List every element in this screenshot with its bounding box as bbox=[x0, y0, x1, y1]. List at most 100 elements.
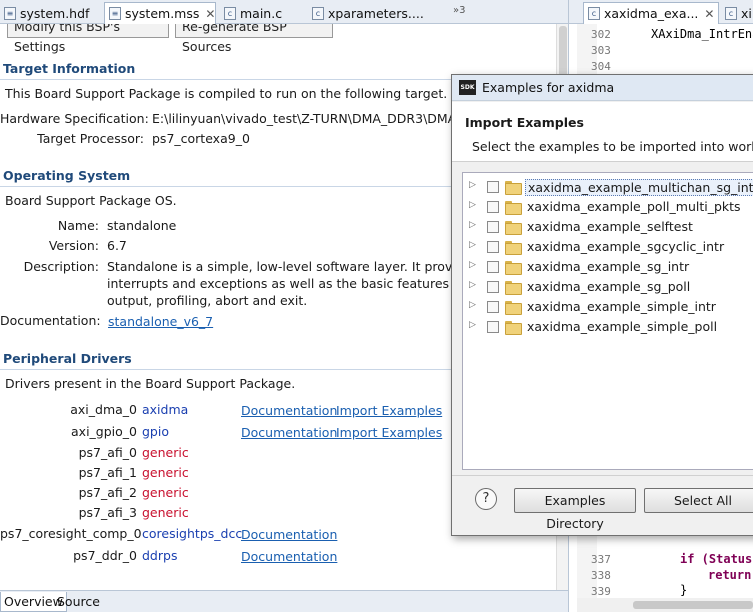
expand-arrow-icon[interactable]: ▷ bbox=[469, 320, 476, 330]
example-checkbox[interactable] bbox=[487, 321, 499, 333]
modify-bsp-settings-button[interactable]: Modify this BSP's Settings bbox=[7, 24, 169, 54]
example-checkbox[interactable] bbox=[487, 241, 499, 253]
gpio-documentation-link[interactable]: Documentation bbox=[241, 425, 337, 440]
expand-arrow-icon[interactable]: ▷ bbox=[469, 260, 476, 270]
tab-source[interactable]: Source bbox=[54, 592, 103, 612]
example-tree-item[interactable]: ▷ xaxidma_example_multichan_sg_intr bbox=[463, 177, 753, 197]
c-file-icon: c bbox=[224, 6, 236, 20]
folder-icon bbox=[505, 181, 522, 195]
example-checkbox[interactable] bbox=[487, 201, 499, 213]
regenerate-bsp-sources-button[interactable]: Re-generate BSP Sources bbox=[175, 24, 333, 54]
target-processor-label: Target Processor: bbox=[37, 131, 144, 146]
select-all-button[interactable]: Select All bbox=[644, 488, 753, 513]
example-tree-item[interactable]: ▷ xaxidma_example_simple_poll bbox=[463, 317, 753, 337]
example-label: xaxidma_example_poll_multi_pkts bbox=[527, 199, 741, 214]
driver-name: gpio bbox=[142, 424, 169, 439]
horizontal-scrollbar[interactable] bbox=[577, 598, 753, 612]
tab-xparameters[interactable]: c xparameters.... bbox=[308, 2, 448, 24]
example-tree-item[interactable]: ▷ xaxidma_example_simple_intr bbox=[463, 297, 753, 317]
examples-tree: ▷ xaxidma_example_multichan_sg_intr ▷ xa… bbox=[462, 172, 753, 470]
example-label: xaxidma_example_sg_intr bbox=[527, 259, 690, 274]
expand-arrow-icon[interactable]: ▷ bbox=[469, 180, 476, 190]
os-description-line: output, profiling, abort and exit. bbox=[107, 293, 308, 308]
code-line: XAxiDma_IntrEna bbox=[651, 27, 753, 41]
tab-label: xparameters.... bbox=[328, 5, 424, 21]
line-number: 338 bbox=[591, 569, 611, 582]
import-examples-heading: Import Examples bbox=[465, 115, 584, 130]
folder-icon bbox=[505, 221, 522, 235]
sdk-logo-icon: SDK bbox=[459, 80, 476, 95]
example-tree-item[interactable]: ▷ xaxidma_example_sg_poll bbox=[463, 277, 753, 297]
target-information-title: Target Information bbox=[3, 61, 136, 76]
example-label: xaxidma_example_simple_poll bbox=[527, 319, 718, 334]
driver-instance-name: axi_dma_0 bbox=[70, 402, 137, 417]
scrollbar-thumb[interactable] bbox=[633, 601, 753, 609]
help-icon[interactable]: ? bbox=[475, 488, 497, 510]
operating-system-title: Operating System bbox=[3, 168, 131, 183]
driver-instance-name: axi_gpio_0 bbox=[71, 424, 137, 439]
folder-icon bbox=[505, 201, 522, 215]
example-checkbox[interactable] bbox=[487, 221, 499, 233]
example-tree-item[interactable]: ▷ xaxidma_example_selftest bbox=[463, 217, 753, 237]
close-icon[interactable]: ✕ bbox=[205, 7, 215, 21]
dialog-footer-divider bbox=[452, 475, 753, 476]
tab-overflow-chevron[interactable]: »3 bbox=[453, 5, 465, 16]
os-description-label: Description: bbox=[23, 259, 99, 274]
driver-instance-name: ps7_afi_2 bbox=[78, 485, 137, 500]
gpio-import-examples-link[interactable]: Import Examples bbox=[336, 425, 442, 440]
example-label: xaxidma_example_multichan_sg_intr bbox=[525, 179, 753, 196]
file-icon: ≡ bbox=[109, 7, 121, 20]
driver-instance-name: ps7_ddr_0 bbox=[73, 548, 137, 563]
expand-arrow-icon[interactable]: ▷ bbox=[469, 280, 476, 290]
example-tree-item[interactable]: ▷ xaxidma_example_sgcyclic_intr bbox=[463, 237, 753, 257]
example-tree-item[interactable]: ▷ xaxidma_example_sg_intr bbox=[463, 257, 753, 277]
tab-xi[interactable]: c xi bbox=[721, 2, 753, 24]
code-line: } bbox=[680, 583, 688, 597]
tab-label: system.hdf bbox=[20, 5, 90, 21]
close-icon[interactable]: ✕ bbox=[704, 7, 714, 21]
example-tree-item[interactable]: ▷ xaxidma_example_poll_multi_pkts bbox=[463, 197, 753, 217]
folder-icon bbox=[505, 321, 522, 335]
example-checkbox[interactable] bbox=[487, 181, 499, 193]
line-number: 337 bbox=[591, 553, 611, 566]
c-file-icon: c bbox=[725, 6, 737, 20]
example-checkbox[interactable] bbox=[487, 261, 499, 273]
expand-arrow-icon[interactable]: ▷ bbox=[469, 300, 476, 310]
tab-label: system.mss bbox=[125, 6, 200, 21]
target-processor-value: ps7_cortexa9_0 bbox=[152, 131, 250, 146]
expand-arrow-icon[interactable]: ▷ bbox=[469, 200, 476, 210]
expand-arrow-icon[interactable]: ▷ bbox=[469, 220, 476, 230]
driver-name: generic bbox=[142, 505, 189, 520]
c-file-icon: c bbox=[312, 6, 324, 20]
code-line: if (Status bbox=[680, 552, 753, 566]
driver-instance-name: ps7_afi_0 bbox=[78, 445, 137, 460]
standalone-documentation-link[interactable]: standalone_v6_7 bbox=[108, 314, 213, 329]
tab-xaxidma-example[interactable]: c xaxidma_exa... ✕ bbox=[583, 2, 719, 24]
example-checkbox[interactable] bbox=[487, 281, 499, 293]
expand-arrow-icon[interactable]: ▷ bbox=[469, 240, 476, 250]
os-version-label: Version: bbox=[48, 238, 99, 253]
example-label: xaxidma_example_simple_intr bbox=[527, 299, 716, 314]
tab-system-mss[interactable]: ≡ system.mss ✕ bbox=[104, 2, 216, 24]
example-label: xaxidma_example_sg_poll bbox=[527, 279, 691, 294]
tab-system-hdf[interactable]: ≡ system.hdf bbox=[0, 2, 104, 24]
dialog-title-bar[interactable]: SDK Examples for axidma bbox=[452, 75, 753, 101]
coresight-documentation-link[interactable]: Documentation bbox=[241, 527, 337, 542]
tab-main-c[interactable]: c main.c bbox=[220, 2, 308, 24]
axidma-documentation-link[interactable]: Documentation bbox=[241, 403, 337, 418]
example-label: xaxidma_example_sgcyclic_intr bbox=[527, 239, 725, 254]
os-version-value: 6.7 bbox=[107, 238, 127, 253]
examples-dialog: SDK Examples for axidma Import Examples … bbox=[451, 74, 753, 536]
c-file-icon: c bbox=[588, 7, 600, 20]
peripheral-drivers-title: Peripheral Drivers bbox=[3, 351, 132, 366]
tab-label: xaxidma_exa... bbox=[604, 6, 699, 21]
folder-icon bbox=[505, 261, 522, 275]
examples-directory-button[interactable]: Examples Directory bbox=[514, 488, 636, 531]
example-checkbox[interactable] bbox=[487, 301, 499, 313]
drivers-intro: Drivers present in the Board Support Pac… bbox=[5, 376, 296, 391]
driver-instance-name: ps7_afi_3 bbox=[78, 505, 137, 520]
ddrps-documentation-link[interactable]: Documentation bbox=[241, 549, 337, 564]
axidma-import-examples-link[interactable]: Import Examples bbox=[336, 403, 442, 418]
os-description-line: Standalone is a simple, low-level softwa… bbox=[107, 259, 478, 274]
driver-name: ddrps bbox=[142, 548, 178, 563]
